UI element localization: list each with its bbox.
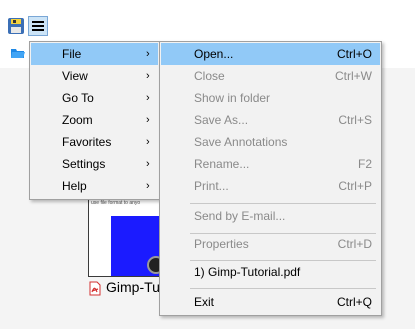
menu-item-shortcut: Ctrl+W <box>335 69 372 83</box>
thumbnail-caption[interactable]: Gimp-Tu <box>106 279 160 295</box>
menu-item-label: Show in folder <box>194 91 271 105</box>
chevron-right-icon: › <box>146 70 150 82</box>
main-menu-item-zoom[interactable]: Zoom › <box>31 109 158 131</box>
menu-item-shortcut: Ctrl+Q <box>336 295 372 309</box>
main-menu-item-settings[interactable]: Settings › <box>31 153 158 175</box>
thumbnail-text: use file format to anyo <box>91 200 141 206</box>
menu-item-label: Send by E-mail... <box>194 209 286 223</box>
menu-item-label: Help <box>62 179 87 193</box>
chevron-right-icon: › <box>146 48 150 60</box>
menu-item-label: Save Annotations <box>194 135 288 149</box>
menu-item-save-annotations[interactable]: Save Annotations <box>161 131 380 153</box>
main-menu-item-view[interactable]: View › <box>31 65 158 87</box>
chevron-right-icon: › <box>146 114 150 126</box>
menu-item-label: 1) Gimp-Tutorial.pdf <box>194 265 301 279</box>
menu-item-label: File <box>62 47 82 61</box>
menu-separator <box>190 203 376 204</box>
pdf-file-icon <box>88 281 102 296</box>
chevron-right-icon: › <box>146 136 150 148</box>
menu-item-shortcut: Ctrl+S <box>338 113 372 127</box>
menu-item-label: View <box>62 69 88 83</box>
menu-item-label: Close <box>194 69 225 83</box>
menu-item-shortcut: Ctrl+P <box>338 179 372 193</box>
main-menu-item-goto[interactable]: Go To › <box>31 87 158 109</box>
chevron-right-icon: › <box>146 92 150 104</box>
menu-item-save-as[interactable]: Save As... Ctrl+S <box>161 109 380 131</box>
folder-open-icon[interactable] <box>10 46 26 60</box>
menu-item-label: Settings <box>62 157 106 171</box>
main-menu: File › View › Go To › Zoom › Favorites ›… <box>29 41 160 200</box>
main-menu-item-favorites[interactable]: Favorites › <box>31 131 158 153</box>
menu-item-label: Favorites <box>62 135 112 149</box>
menu-item-print[interactable]: Print... Ctrl+P <box>161 175 380 197</box>
hamburger-menu-icon[interactable] <box>28 16 48 36</box>
menu-item-shortcut: Ctrl+O <box>336 47 372 61</box>
menu-item-close[interactable]: Close Ctrl+W <box>161 65 380 87</box>
menu-item-label: Zoom <box>62 113 93 127</box>
floppy-app-icon[interactable] <box>6 16 26 36</box>
menu-separator <box>190 288 376 289</box>
menu-item-open[interactable]: Open... Ctrl+O <box>161 43 380 65</box>
menu-item-shortcut: Ctrl+D <box>337 237 372 251</box>
menu-item-exit[interactable]: Exit Ctrl+Q <box>161 291 380 313</box>
menu-item-send-by-email[interactable]: Send by E-mail... <box>161 205 380 227</box>
menu-item-label: Go To <box>62 91 94 105</box>
main-menu-item-file[interactable]: File › <box>31 43 158 65</box>
menu-item-rename[interactable]: Rename... F2 <box>161 153 380 175</box>
menu-item-label: Print... <box>194 179 229 193</box>
menu-item-shortcut: F2 <box>357 157 372 171</box>
menu-item-label: Save As... <box>194 113 249 127</box>
chevron-right-icon: › <box>146 180 150 192</box>
main-menu-item-help[interactable]: Help › <box>31 175 158 197</box>
menu-item-label: Open... <box>194 47 234 61</box>
file-submenu: Open... Ctrl+O Close Ctrl+W Show in fold… <box>159 41 382 316</box>
menu-item-recent-file[interactable]: 1) Gimp-Tutorial.pdf <box>161 261 380 283</box>
menu-item-properties[interactable]: Properties Ctrl+D <box>161 233 380 255</box>
menu-item-label: Exit <box>194 295 215 309</box>
menu-item-show-in-folder[interactable]: Show in folder <box>161 87 380 109</box>
menu-item-label: Rename... <box>194 157 250 171</box>
chevron-right-icon: › <box>146 158 150 170</box>
toolbar <box>0 0 415 41</box>
menu-item-label: Properties <box>194 237 249 251</box>
